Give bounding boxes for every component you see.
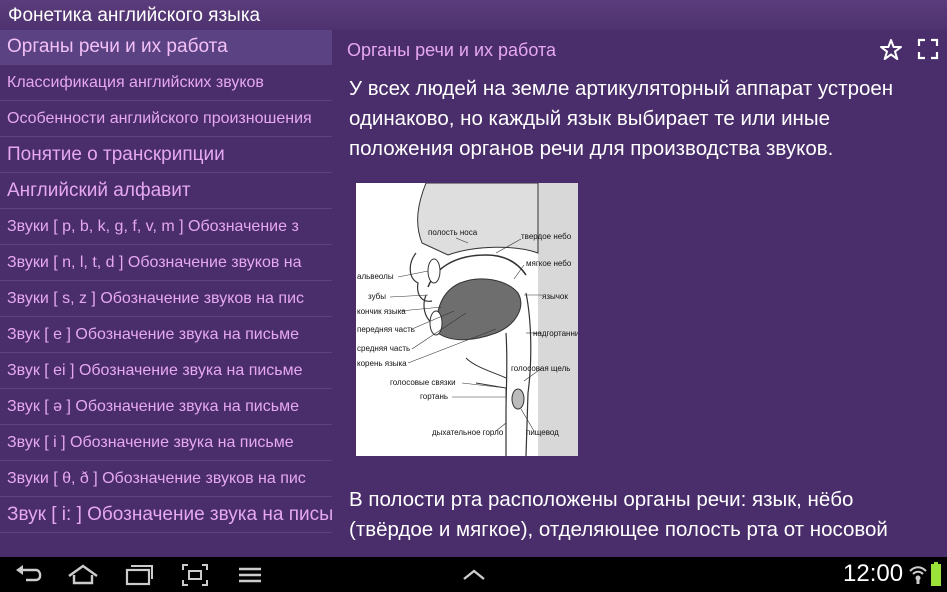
sidebar-item-sound-schwa[interactable]: Звук [ ə ] Обозначение звука на письме — [0, 389, 332, 425]
sidebar-item-sound-i-long[interactable]: Звук [ i: ] Обозначение звука на письм — [0, 497, 332, 533]
sidebar-item-organs-of-speech[interactable]: Органы речи и их работа — [0, 30, 332, 65]
diagram-label-front-part: передняя часть — [357, 325, 415, 334]
app-title-bar: Фонетика английского языка — [0, 0, 947, 30]
speech-organs-diagram: полость носа твердое небо мягкое небо ал… — [356, 183, 578, 456]
sidebar-item-sound-ei[interactable]: Звук [ ei ] Обозначение звука на письме — [0, 353, 332, 389]
sidebar-item-pronunciation-features[interactable]: Особенности английского произношения — [0, 101, 332, 137]
fullscreen-icon[interactable] — [917, 38, 939, 60]
wifi-icon — [909, 566, 927, 584]
recent-apps-icon[interactable] — [123, 562, 155, 588]
sidebar-item-sound-e[interactable]: Звук [ e ] Обозначение звука на письме — [0, 317, 332, 353]
diagram-label-epiglottis: надгортанник — [533, 329, 578, 338]
home-icon[interactable] — [66, 562, 100, 588]
content-pane[interactable]: Органы речи и их работа У всех людей на … — [332, 30, 947, 557]
content-paragraph: В полости рта расположены органы речи: я… — [349, 488, 888, 541]
diagram-label-uvula: язычок — [542, 292, 568, 301]
diagram-label-hard-palate: твердое небо — [521, 232, 572, 241]
diagram-label-vocal-cords: голосовые связки — [390, 378, 456, 387]
screenshot-icon[interactable] — [180, 562, 210, 588]
menu-icon[interactable] — [237, 562, 263, 588]
content-paragraph: У всех людей на земле артикуляторный апп… — [349, 77, 894, 160]
sidebar-item-sounds-theta[interactable]: Звуки [ θ, ð ] Обозначение звуков на пис — [0, 461, 332, 497]
star-icon[interactable] — [879, 38, 903, 62]
diagram-label-tongue-tip: кончик языка — [357, 307, 406, 316]
back-icon[interactable] — [14, 562, 44, 588]
sidebar-item-sound-classification[interactable]: Классификация английских звуков — [0, 65, 332, 101]
diagram-label-soft-palate: мягкое небо — [526, 259, 572, 268]
sidebar-item-sound-i[interactable]: Звук [ i ] Обозначение звука на письме — [0, 425, 332, 461]
app-title: Фонетика английского языка — [8, 5, 261, 26]
content-title: Органы речи и их работа — [347, 40, 557, 60]
battery-icon — [931, 562, 941, 586]
sidebar[interactable]: Органы речи и их работа Классификация ан… — [0, 30, 332, 557]
sidebar-item-alphabet[interactable]: Английский алфавит — [0, 173, 332, 209]
chevron-up-icon[interactable] — [461, 562, 487, 588]
sidebar-item-sounds-s-z[interactable]: Звуки [ s, z ] Обозначение звуков на пис — [0, 281, 332, 317]
status-clock: 12:00 — [843, 560, 904, 587]
diagram-label-larynx: гортань — [420, 392, 448, 401]
system-navigation-bar: 12:00 — [0, 557, 947, 592]
diagram-label-tongue-root: корень языка — [357, 359, 407, 368]
diagram-label-esophagus: пищевод — [526, 428, 559, 437]
diagram-label-trachea: дыхательное горло — [432, 428, 504, 437]
diagram-label-nasal-cavity: полость носа — [428, 228, 478, 237]
sidebar-item-sounds-n-l-t-d[interactable]: Звуки [ n, l, t, d ] Обозначение звуков … — [0, 245, 332, 281]
diagram-label-middle-part: средняя часть — [357, 344, 410, 353]
diagram-label-glottis: голосовая щель — [511, 364, 570, 373]
sidebar-item-transcription[interactable]: Понятие о транскрипции — [0, 137, 332, 173]
diagram-label-teeth: зубы — [368, 292, 386, 301]
sidebar-item-sounds-p-b-k[interactable]: Звуки [ p, b, k, g, f, v, m ] Обозначени… — [0, 209, 332, 245]
diagram-label-alveoli: альвеолы — [357, 272, 394, 281]
